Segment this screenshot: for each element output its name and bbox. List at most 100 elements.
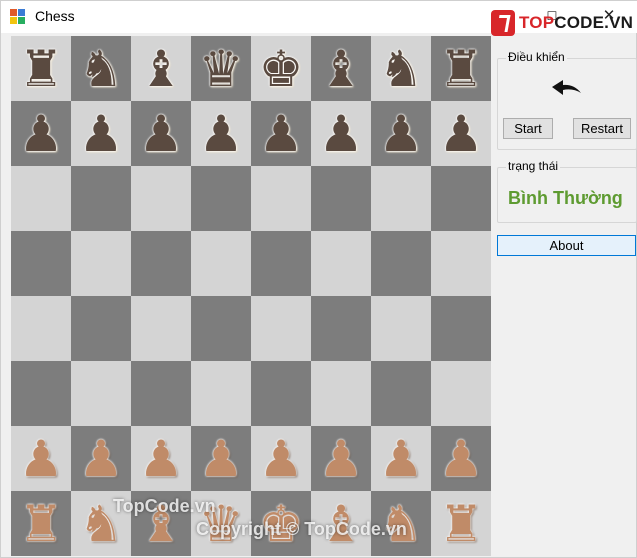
white-pawn-piece[interactable]: ♟	[199, 434, 244, 484]
square-b5[interactable]	[71, 231, 131, 296]
white-pawn-piece[interactable]: ♟	[319, 434, 364, 484]
square-c5[interactable]	[131, 231, 191, 296]
square-b3[interactable]	[71, 361, 131, 426]
about-button[interactable]: About	[497, 235, 636, 256]
black-king-piece[interactable]: ♚	[259, 44, 304, 94]
square-h1[interactable]: ♜	[431, 491, 491, 556]
square-b8[interactable]: ♞	[71, 36, 131, 101]
square-c6[interactable]	[131, 166, 191, 231]
square-e2[interactable]: ♟	[251, 426, 311, 491]
square-g4[interactable]	[371, 296, 431, 361]
square-h3[interactable]	[431, 361, 491, 426]
square-d5[interactable]	[191, 231, 251, 296]
square-b4[interactable]	[71, 296, 131, 361]
square-f6[interactable]	[311, 166, 371, 231]
chess-board: ♜ ♞ ♝ ♛ ♚ ♝ ♞ ♜ ♟ ♟ ♟ ♟ ♟ ♟ ♟ ♟ ♟ ♟ ♟ ♟ ♟ ♟ ♟ ♟ ♜ ♞ ♝ ♛ ♚ ♝ ♞ ♜	[11, 36, 491, 556]
square-h4[interactable]	[431, 296, 491, 361]
status-legend: trạng thái	[506, 159, 561, 173]
square-e6[interactable]	[251, 166, 311, 231]
white-pawn-piece[interactable]: ♟	[139, 434, 184, 484]
square-c3[interactable]	[131, 361, 191, 426]
square-g6[interactable]	[371, 166, 431, 231]
square-a1[interactable]: ♜	[11, 491, 71, 556]
white-pawn-piece[interactable]: ♟	[259, 434, 304, 484]
app-icon	[10, 9, 26, 25]
topcode-logo-text: TOPCODE.VN	[519, 13, 634, 32]
square-f3[interactable]	[311, 361, 371, 426]
square-g3[interactable]	[371, 361, 431, 426]
black-rook-piece[interactable]: ♜	[19, 44, 64, 94]
square-d8[interactable]: ♛	[191, 36, 251, 101]
black-knight-piece[interactable]: ♞	[379, 44, 424, 94]
square-f5[interactable]	[311, 231, 371, 296]
black-knight-piece[interactable]: ♞	[79, 44, 124, 94]
square-b7[interactable]: ♟	[71, 101, 131, 166]
square-a4[interactable]	[11, 296, 71, 361]
white-rook-piece[interactable]: ♜	[19, 499, 64, 549]
square-h2[interactable]: ♟	[431, 426, 491, 491]
square-d4[interactable]	[191, 296, 251, 361]
topcode-logo-icon	[491, 10, 515, 36]
square-h5[interactable]	[431, 231, 491, 296]
square-d2[interactable]: ♟	[191, 426, 251, 491]
square-b6[interactable]	[71, 166, 131, 231]
white-pawn-piece[interactable]: ♟	[379, 434, 424, 484]
square-d3[interactable]	[191, 361, 251, 426]
black-pawn-piece[interactable]: ♟	[439, 109, 484, 159]
square-f4[interactable]	[311, 296, 371, 361]
title-bar: Chess – ☐ ✕ TOPCODE.VN	[1, 1, 637, 36]
square-e3[interactable]	[251, 361, 311, 426]
square-h7[interactable]: ♟	[431, 101, 491, 166]
square-d6[interactable]	[191, 166, 251, 231]
square-h8[interactable]: ♜	[431, 36, 491, 101]
square-e8[interactable]: ♚	[251, 36, 311, 101]
black-pawn-piece[interactable]: ♟	[79, 109, 124, 159]
chess-window: Chess – ☐ ✕ TOPCODE.VN ♜ ♞ ♝ ♛ ♚ ♝ ♞ ♜ ♟ ♟ ♟ ♟ ♟ ♟ ♟ ♟ ♟…	[0, 0, 637, 558]
white-rook-piece[interactable]: ♜	[439, 499, 484, 549]
square-g2[interactable]: ♟	[371, 426, 431, 491]
black-pawn-piece[interactable]: ♟	[199, 109, 244, 159]
start-button[interactable]: Start	[503, 118, 553, 139]
square-d7[interactable]: ♟	[191, 101, 251, 166]
black-pawn-piece[interactable]: ♟	[379, 109, 424, 159]
black-bishop-piece[interactable]: ♝	[319, 44, 364, 94]
square-e4[interactable]	[251, 296, 311, 361]
black-bishop-piece[interactable]: ♝	[139, 44, 184, 94]
square-c8[interactable]: ♝	[131, 36, 191, 101]
status-text: Bình Thường	[508, 188, 623, 208]
square-c4[interactable]	[131, 296, 191, 361]
black-pawn-piece[interactable]: ♟	[259, 109, 304, 159]
square-a3[interactable]	[11, 361, 71, 426]
controls-legend: Điều khiển	[506, 50, 567, 64]
square-f2[interactable]: ♟	[311, 426, 371, 491]
white-pawn-piece[interactable]: ♟	[79, 434, 124, 484]
square-f7[interactable]: ♟	[311, 101, 371, 166]
undo-arrow-icon[interactable]	[550, 77, 584, 97]
black-pawn-piece[interactable]: ♟	[319, 109, 364, 159]
black-queen-piece[interactable]: ♛	[199, 44, 244, 94]
square-g7[interactable]: ♟	[371, 101, 431, 166]
restart-button[interactable]: Restart	[573, 118, 631, 139]
square-f8[interactable]: ♝	[311, 36, 371, 101]
status-group: trạng thái Bình Thường	[497, 159, 637, 223]
square-a5[interactable]	[11, 231, 71, 296]
square-e5[interactable]	[251, 231, 311, 296]
square-b2[interactable]: ♟	[71, 426, 131, 491]
window-title: Chess	[35, 8, 75, 24]
square-c7[interactable]: ♟	[131, 101, 191, 166]
square-g8[interactable]: ♞	[371, 36, 431, 101]
watermark-copyright: Copyright © TopCode.vn	[196, 519, 407, 539]
white-pawn-piece[interactable]: ♟	[439, 434, 484, 484]
square-a6[interactable]	[11, 166, 71, 231]
black-pawn-piece[interactable]: ♟	[19, 109, 64, 159]
square-e7[interactable]: ♟	[251, 101, 311, 166]
square-c2[interactable]: ♟	[131, 426, 191, 491]
square-g5[interactable]	[371, 231, 431, 296]
square-a2[interactable]: ♟	[11, 426, 71, 491]
black-rook-piece[interactable]: ♜	[439, 44, 484, 94]
black-pawn-piece[interactable]: ♟	[139, 109, 184, 159]
white-pawn-piece[interactable]: ♟	[19, 434, 64, 484]
square-a8[interactable]: ♜	[11, 36, 71, 101]
square-h6[interactable]	[431, 166, 491, 231]
square-a7[interactable]: ♟	[11, 101, 71, 166]
